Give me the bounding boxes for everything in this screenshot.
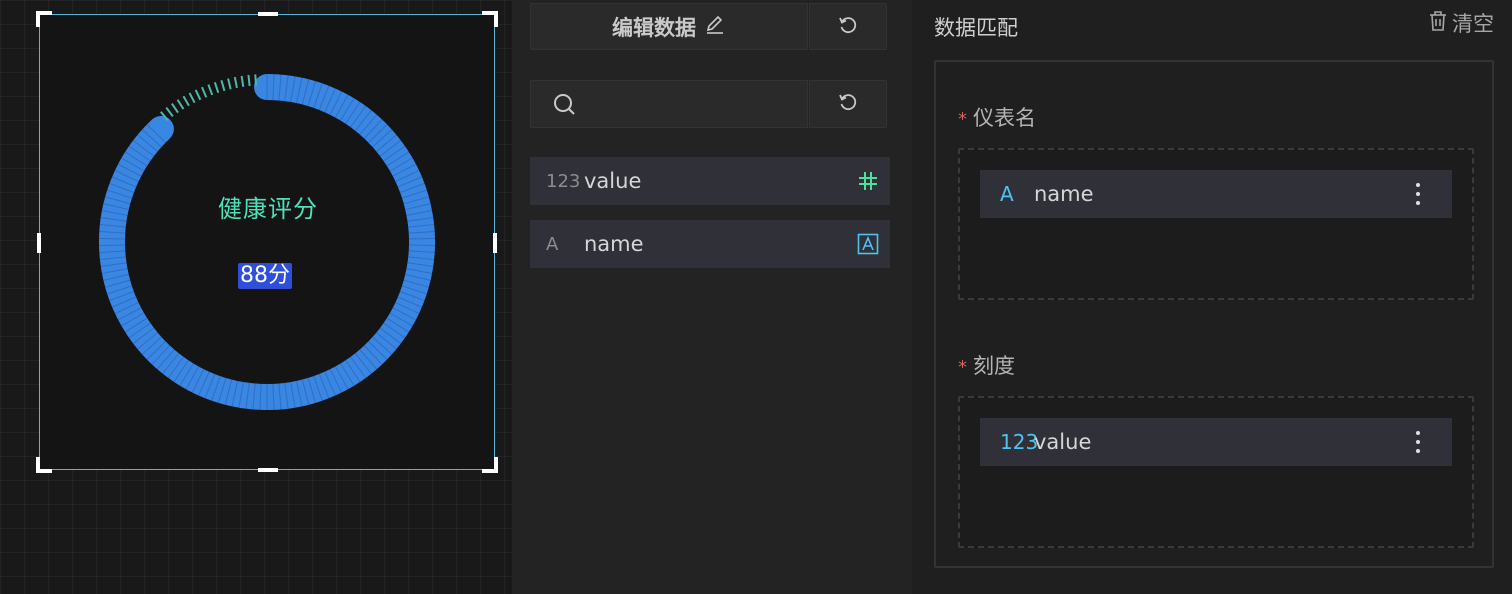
resize-handle-bottom[interactable]: [258, 468, 278, 472]
gauge-arc-segment: [99, 237, 126, 240]
mapped-field-name[interactable]: A name: [980, 170, 1452, 218]
gauge-remaining-tick: [247, 74, 251, 87]
resize-handle-bottom-right[interactable]: [482, 457, 498, 473]
text-icon: A: [546, 233, 559, 255]
gauge-widget[interactable]: 健康评分 88分: [36, 11, 498, 473]
resize-handle-bottom-left[interactable]: [36, 457, 52, 473]
section-title: 刻度: [973, 354, 1015, 378]
gauge-remaining-tick: [207, 84, 214, 96]
field-name: name: [584, 232, 644, 256]
gauge-arc-segment: [408, 244, 435, 247]
refresh-icon: [837, 91, 859, 117]
resize-handle-top[interactable]: [258, 12, 278, 16]
section-title: 仪表名: [973, 106, 1036, 130]
reset-edit-button[interactable]: [809, 3, 887, 50]
more-options-icon[interactable]: [1384, 431, 1452, 453]
field-name: value: [584, 169, 642, 193]
hash-icon: [846, 170, 890, 192]
text-box-icon: [846, 233, 890, 255]
edit-data-button[interactable]: 编辑数据: [530, 3, 808, 50]
clear-label: 清空: [1452, 12, 1494, 36]
data-mapping-panel: 数据匹配 清空 * 仪表名 A name * 刻度 123 value: [912, 0, 1512, 594]
gauge-chart: [99, 74, 435, 410]
gauge-remaining-tick: [182, 95, 190, 107]
number-icon: 123: [546, 170, 581, 192]
section-label-gauge-name: * 仪表名: [958, 102, 1036, 132]
field-search-input[interactable]: [587, 89, 797, 119]
trash-icon: [1428, 10, 1448, 37]
mapped-field-value[interactable]: 123 value: [980, 418, 1452, 466]
gauge-value-label: 88分: [238, 263, 292, 289]
drop-zone-scale[interactable]: 123 value: [958, 396, 1474, 548]
section-label-scale: * 刻度: [958, 350, 1015, 380]
resize-handle-top-right[interactable]: [482, 11, 498, 27]
gauge-arc-segment: [99, 244, 126, 247]
app-root: 健康评分 88分 编辑数据 123 value A name 数据匹配 清空 *…: [0, 0, 1512, 594]
gauge-remaining-tick: [201, 86, 208, 98]
text-icon: A: [1000, 182, 1014, 206]
edit-data-label: 编辑数据: [612, 15, 696, 40]
pencil-icon: [704, 13, 726, 40]
design-canvas[interactable]: 健康评分 88分: [0, 0, 512, 594]
field-item-name[interactable]: A name: [530, 220, 890, 268]
more-options-icon[interactable]: [1384, 183, 1452, 205]
gauge-remaining-tick: [176, 99, 185, 110]
field-item-value[interactable]: 123 value: [530, 157, 890, 205]
gauge-remaining-tick: [213, 81, 220, 94]
search-icon: [553, 93, 577, 121]
gauge-progress-arc: [99, 74, 435, 410]
field-search-box: [530, 80, 808, 128]
clear-button[interactable]: 清空: [1428, 8, 1494, 38]
required-marker: *: [958, 357, 967, 378]
gauge-remaining-tick: [227, 78, 232, 90]
gauge-remaining-tick: [240, 75, 245, 87]
gauge-remaining-tick: [188, 92, 196, 104]
gauge-remaining-tick: [194, 89, 202, 101]
resize-handle-right[interactable]: [493, 233, 497, 253]
gauge-title: 健康评分: [218, 195, 318, 223]
number-icon: 123: [1000, 430, 1039, 454]
gauge-remaining-tick: [171, 102, 179, 114]
mapping-title: 数据匹配: [934, 16, 1018, 40]
required-marker: *: [958, 109, 967, 130]
resize-handle-top-left[interactable]: [36, 11, 52, 27]
gauge-remaining-tick: [165, 106, 174, 117]
mapped-field-label: value: [1034, 430, 1092, 454]
mapped-field-label: name: [1034, 182, 1094, 206]
refresh-icon: [837, 14, 859, 40]
drop-zone-gauge-name[interactable]: A name: [958, 148, 1474, 300]
mapping-container: * 仪表名 A name * 刻度 123 value: [934, 60, 1494, 568]
gauge-remaining-tick: [254, 74, 258, 86]
gauge-arc-segment: [408, 237, 435, 240]
gauge-remaining-tick: [220, 80, 226, 92]
refresh-fields-button[interactable]: [809, 80, 887, 128]
fields-panel: 编辑数据 123 value A name: [512, 0, 912, 594]
resize-handle-left[interactable]: [37, 233, 41, 253]
gauge-remaining-tick: [233, 76, 238, 89]
